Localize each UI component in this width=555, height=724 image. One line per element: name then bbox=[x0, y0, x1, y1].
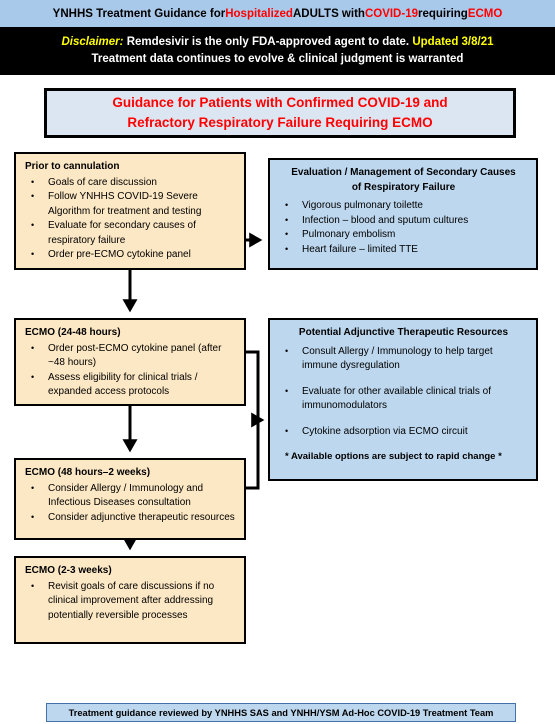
disclaimer-label: Disclaimer: bbox=[61, 36, 124, 48]
box-prior-to-cannulation: Prior to cannulation Goals of care discu… bbox=[14, 152, 246, 270]
box-ecmo-48-hours-2-weeks: ECMO (48 hours–2 weeks) Consider Allergy… bbox=[14, 458, 246, 540]
box-prior-list: Goals of care discussion Follow YNHHS CO… bbox=[25, 175, 236, 263]
box-adjunctive-title: Potential Adjunctive Therapeutic Resourc… bbox=[298, 327, 509, 338]
disclaimer-text: Remdesivir is the only FDA-approved agen… bbox=[126, 36, 410, 48]
box-adjunctive-list: Consult Allergy / Immunology to help tar… bbox=[279, 344, 528, 440]
list-item: Infection – blood and sputum cultures bbox=[279, 213, 528, 229]
header-title-seg-0: YNHHS Treatment Guidance for bbox=[52, 7, 226, 20]
box-adjunctive-resources: Potential Adjunctive Therapeutic Resourc… bbox=[268, 318, 538, 481]
bracket-ecmo-boxes-to-adjunctive bbox=[246, 350, 260, 490]
disclaimer-line-2: Treatment data continues to evolve & cli… bbox=[91, 53, 464, 65]
list-item: Follow YNHHS COVID-19 Severe Algorithm f… bbox=[25, 189, 236, 219]
list-item: Revisit goals of care discussions if no … bbox=[25, 579, 236, 624]
box-evaluation-title: Evaluation / Management of Secondary Cau… bbox=[279, 166, 528, 195]
list-item: Cytokine adsorption via ECMO circuit bbox=[279, 424, 528, 440]
header-title-seg-5: ECMO bbox=[467, 7, 503, 20]
list-item: Order pre-ECMO cytokine panel bbox=[25, 247, 236, 263]
list-item: Assess eligibility for clinical trials /… bbox=[25, 370, 236, 400]
box-ecmo-48-2w-title: ECMO (48 hours–2 weeks) bbox=[25, 467, 151, 478]
main-banner-line-2: Refractory Respiratory Failure Requiring… bbox=[127, 115, 433, 130]
box-prior-title: Prior to cannulation bbox=[25, 161, 120, 172]
list-item: Vigorous pulmonary toilette bbox=[279, 198, 528, 214]
box-ecmo-2-3w-title: ECMO (2-3 weeks) bbox=[25, 565, 112, 576]
list-item: Consult Allergy / Immunology to help tar… bbox=[279, 344, 528, 374]
box-ecmo-24-48-title: ECMO (24-48 hours) bbox=[25, 327, 121, 338]
box-ecmo-24-48-hours: ECMO (24-48 hours) Order post-ECMO cytok… bbox=[14, 318, 246, 406]
box-evaluation-secondary-causes: Evaluation / Management of Secondary Cau… bbox=[268, 158, 538, 270]
header-title-bar: YNHHS Treatment Guidance for Hospitalize… bbox=[0, 0, 555, 27]
list-item: Consider Allergy / Immunology and Infect… bbox=[25, 481, 236, 511]
box-adjunctive-note: * Available options are subject to rapid… bbox=[285, 451, 502, 462]
main-banner-line-1: Guidance for Patients with Confirmed COV… bbox=[112, 95, 448, 110]
list-item: Evaluate for other available clinical tr… bbox=[279, 384, 528, 414]
header-title-seg-2: ADULTS with bbox=[292, 7, 365, 20]
box-ecmo-48-2w-list: Consider Allergy / Immunology and Infect… bbox=[25, 481, 236, 526]
list-item: Consider adjunctive therapeutic resource… bbox=[25, 510, 236, 526]
list-item: Goals of care discussion bbox=[25, 175, 236, 191]
box-evaluation-title-line-2: of Respiratory Failure bbox=[351, 181, 456, 193]
box-ecmo-24-48-list: Order post-ECMO cytokine panel (after ~4… bbox=[25, 341, 236, 400]
box-ecmo-2-3-weeks: ECMO (2-3 weeks) Revisit goals of care d… bbox=[14, 556, 246, 644]
box-evaluation-list: Vigorous pulmonary toilette Infection – … bbox=[279, 198, 528, 258]
list-item: Pulmonary embolism bbox=[279, 227, 528, 243]
footer-review-bar: Treatment guidance reviewed by YNHHS SAS… bbox=[46, 703, 516, 722]
footer-text: Treatment guidance reviewed by YNHHS SAS… bbox=[68, 707, 494, 718]
disclaimer-bar: Disclaimer: Remdesivir is the only FDA-a… bbox=[0, 27, 555, 75]
list-item: Order post-ECMO cytokine panel (after ~4… bbox=[25, 341, 236, 371]
header-title-seg-3: COVID-19 bbox=[364, 7, 418, 20]
main-banner: Guidance for Patients with Confirmed COV… bbox=[44, 88, 516, 138]
header-title-seg-1: Hospitalized bbox=[225, 7, 293, 20]
header-title-seg-4: requiring bbox=[417, 7, 468, 20]
disclaimer-updated: Updated 3/8/21 bbox=[412, 36, 494, 48]
box-ecmo-2-3w-list: Revisit goals of care discussions if no … bbox=[25, 579, 236, 624]
box-evaluation-title-line-1: Evaluation / Management of Secondary Cau… bbox=[291, 167, 516, 178]
disclaimer-line-1: Disclaimer: Remdesivir is the only FDA-a… bbox=[61, 34, 493, 51]
list-item: Evaluate for secondary causes of respira… bbox=[25, 218, 236, 248]
list-item: Heart failure – limited TTE bbox=[279, 242, 528, 258]
